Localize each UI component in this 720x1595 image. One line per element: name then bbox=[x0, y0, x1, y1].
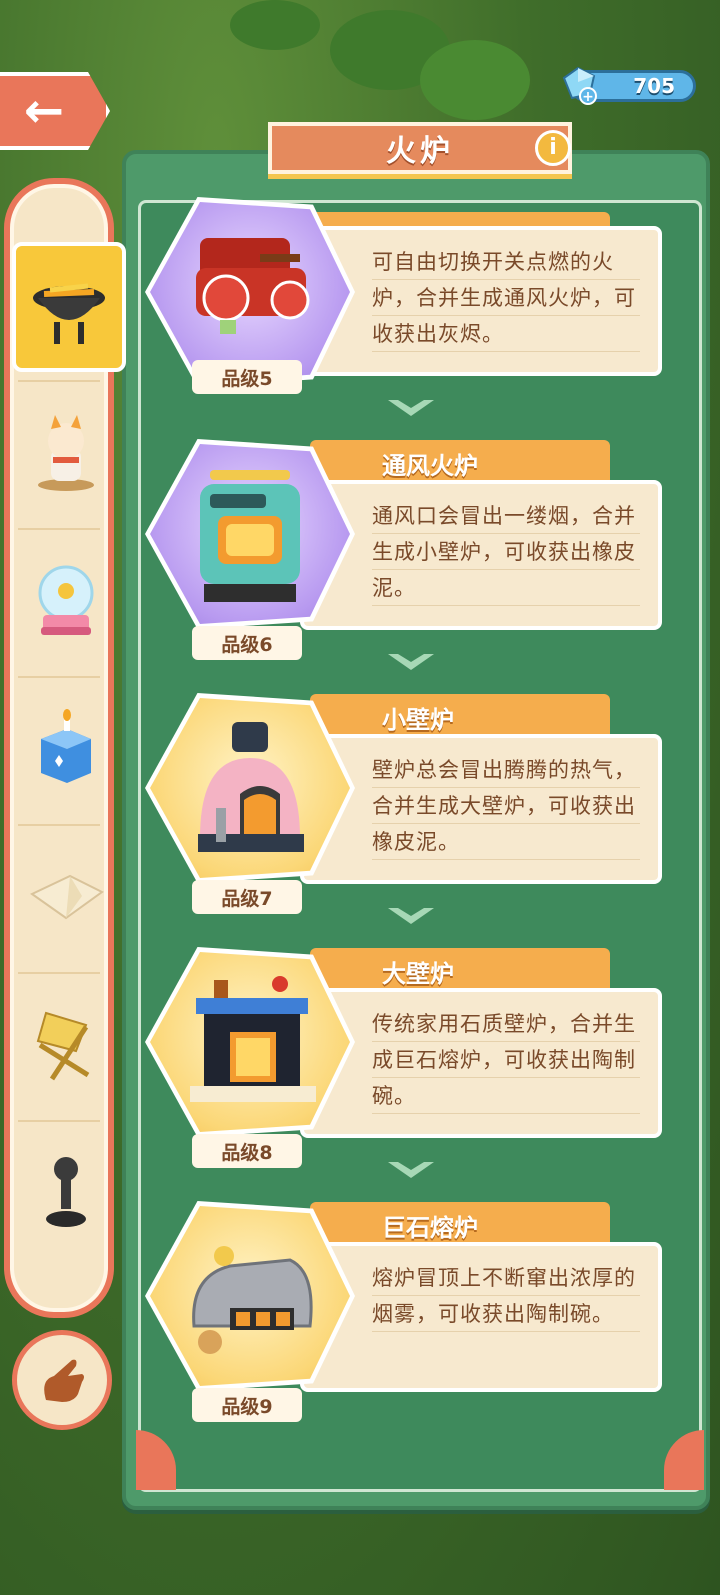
grill-cart-icon bbox=[196, 238, 310, 334]
sidebar-divider bbox=[18, 824, 100, 826]
hand-pointer-icon bbox=[44, 1359, 84, 1402]
folding-chair-icon bbox=[36, 1011, 90, 1081]
vent-stove-icon bbox=[200, 470, 300, 602]
card-name: 小壁炉 bbox=[382, 705, 454, 734]
large-fireplace-icon bbox=[190, 976, 316, 1102]
info-button[interactable]: i bbox=[535, 130, 571, 166]
card-description: 熔炉冒顶上不断窜出浓厚的烟雾，可收获出陶制碗。 bbox=[372, 1260, 640, 1332]
sidebar-divider bbox=[18, 1120, 100, 1122]
card-description: 通风口会冒出一缕烟，合并生成小壁炉，可收获出橡皮泥。 bbox=[372, 498, 640, 606]
arrow-left-icon: ← bbox=[23, 83, 65, 139]
card-name: 通风火炉 bbox=[382, 451, 478, 480]
small-fireplace-icon bbox=[198, 722, 304, 852]
gem-icon: + bbox=[562, 66, 597, 105]
page-title: 火炉 bbox=[386, 134, 454, 169]
chevron-down-icon bbox=[388, 908, 434, 924]
boulder-furnace-icon bbox=[192, 1246, 313, 1354]
hand-button[interactable] bbox=[12, 1330, 112, 1430]
grade-tag: 品级5 bbox=[192, 360, 302, 394]
back-button[interactable]: ← bbox=[0, 72, 110, 150]
chevron-down-icon bbox=[388, 1162, 434, 1178]
card-description-box: 可自由切换开关点燃的火炉，合并生成通风火炉，可收获出灰烬。 bbox=[300, 226, 662, 376]
evolution-card: 通风火炉 通风口会冒出一缕烟，合并生成小壁炉，可收获出橡皮泥。 品级6 bbox=[145, 439, 662, 680]
card-description: 壁炉总会冒出腾腾的热气，合并生成大壁炉，可收获出橡皮泥。 bbox=[372, 752, 640, 860]
cat-figure-icon bbox=[38, 415, 94, 491]
grade-label: 品级8 bbox=[221, 1141, 273, 1164]
grade-label: 品级6 bbox=[221, 633, 273, 656]
chevron-down-icon bbox=[388, 654, 434, 670]
chevron-down-icon bbox=[388, 400, 434, 416]
card-description: 可自由切换开关点燃的火炉，合并生成通风火炉，可收获出灰烬。 bbox=[372, 244, 640, 352]
sidebar-item-cat-figure[interactable] bbox=[10, 388, 122, 518]
sidebar-item-pawn[interactable] bbox=[10, 1128, 122, 1258]
snow-globe-icon bbox=[38, 565, 94, 635]
card-description: 传统家用石质壁炉，合并生成巨石熔炉，可收获出陶制碗。 bbox=[372, 1006, 640, 1114]
grade-label: 品级5 bbox=[221, 367, 273, 390]
gem-count: 705 bbox=[633, 74, 675, 98]
bush-decoration bbox=[230, 0, 320, 50]
evolution-card: 大壁炉 传统家用石质壁炉，合并生成巨石熔炉，可收获出陶制碗。 品级8 bbox=[145, 947, 662, 1188]
grade-label: 品级9 bbox=[221, 1395, 273, 1418]
card-description-box: 壁炉总会冒出腾腾的热气，合并生成大壁炉，可收获出橡皮泥。 bbox=[300, 734, 662, 884]
grade-tag: 品级7 bbox=[192, 880, 302, 914]
grade-tag: 品级8 bbox=[192, 1134, 302, 1168]
sidebar-divider bbox=[18, 972, 100, 974]
sidebar-divider bbox=[18, 528, 100, 530]
grade-tag: 品级9 bbox=[192, 1388, 302, 1422]
svg-text:+: + bbox=[582, 89, 594, 105]
card-description-box: 熔炉冒顶上不断窜出浓厚的烟雾，可收获出陶制碗。 bbox=[300, 1242, 662, 1392]
grade-tag: 品级6 bbox=[192, 626, 302, 660]
card-description-box: 传统家用石质壁炉，合并生成巨石熔炉，可收获出陶制碗。 bbox=[300, 988, 662, 1138]
grade-label: 品级7 bbox=[221, 887, 273, 910]
paper-icon bbox=[30, 874, 104, 920]
sidebar-item-paper[interactable] bbox=[10, 832, 122, 962]
sidebar-item-folding-chair[interactable] bbox=[10, 980, 122, 1110]
grill-icon bbox=[33, 283, 105, 344]
title-ribbon: 火炉 bbox=[268, 122, 572, 174]
sidebar-item-grill[interactable] bbox=[12, 242, 126, 372]
bush-decoration bbox=[420, 40, 530, 120]
sidebar-divider bbox=[18, 380, 100, 382]
pawn-icon bbox=[46, 1157, 86, 1227]
card-name: 巨石熔炉 bbox=[382, 1213, 478, 1242]
card-name: 大壁炉 bbox=[382, 959, 454, 988]
info-icon: i bbox=[549, 135, 557, 160]
evolution-card: 小壁炉 壁炉总会冒出腾腾的热气，合并生成大壁炉，可收获出橡皮泥。 品级7 bbox=[145, 693, 662, 934]
candle-box-icon bbox=[41, 709, 91, 783]
sidebar-item-snow-globe[interactable] bbox=[10, 536, 122, 666]
evolution-card: 巨石熔炉 熔炉冒顶上不断窜出浓厚的烟雾，可收获出陶制碗。 品级9 bbox=[145, 1201, 662, 1442]
sidebar-item-candle-box[interactable] bbox=[10, 684, 122, 814]
card-description-box: 通风口会冒出一缕烟，合并生成小壁炉，可收获出橡皮泥。 bbox=[300, 480, 662, 630]
sidebar-divider bbox=[18, 676, 100, 678]
